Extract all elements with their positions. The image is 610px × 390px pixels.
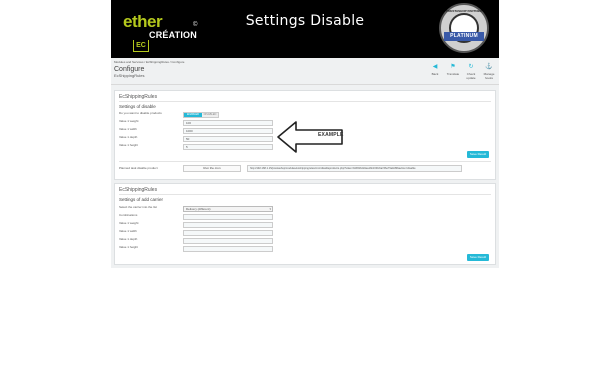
weight-input[interactable]: 100 <box>183 120 273 126</box>
run-cron-button[interactable]: Run the cron <box>183 165 241 172</box>
save-button[interactable]: Save Result <box>467 254 489 261</box>
logo-creation-text: CRÉATION <box>149 30 197 40</box>
logo-ec-flask: EC <box>133 40 149 52</box>
prestashop-partner-badge: PRESTASHOP PARTNER PLATINUM <box>439 3 489 53</box>
carrier-select-label: Select the carrier into the list <box>119 205 157 209</box>
panel-heading: EcShippingRules <box>119 187 158 193</box>
width-input[interactable] <box>183 230 273 236</box>
cron-url-row: Planned task disable product Run the cro… <box>119 165 495 173</box>
cron-label: Planned task disable product <box>119 166 158 170</box>
field-label: Value 1 weight <box>119 221 139 225</box>
field-row: Value 1 depth <box>119 237 489 245</box>
save-button[interactable]: Save Result <box>467 151 489 158</box>
depth-input[interactable]: 50 <box>183 136 273 142</box>
panel-heading: EcShippingRules <box>119 94 158 100</box>
toolbar-label: Check update <box>466 72 476 80</box>
combinations-label: Combinations <box>119 213 138 217</box>
badge-ribbon: PLATINUM <box>444 32 484 41</box>
carrier-select-value: Delivery (different) <box>186 207 211 211</box>
toolbar: ◀ Back ⚑ Translate ↻ Check update ⚓ Mana… <box>428 64 496 80</box>
chevron-down-icon: ▾ <box>269 207 271 211</box>
field-label: Value 1 width <box>119 127 137 131</box>
toolbar-translate-button[interactable]: ⚑ Translate <box>446 64 460 80</box>
header-divider <box>111 84 499 85</box>
example-label: EXAMPLE <box>318 132 344 138</box>
panel-divider <box>119 161 491 162</box>
switch-on[interactable]: ENABLED <box>184 113 202 117</box>
page-subtitle: EcShippingRules <box>114 73 145 78</box>
field-row: Value 1 weight <box>119 221 489 229</box>
field-label: Value 1 depth <box>119 237 138 241</box>
field-label: Value 1 width <box>119 229 137 233</box>
disable-toggle-label: Do you want to disable products <box>119 111 162 115</box>
field-row: Value 1 width <box>119 229 489 237</box>
refresh-icon: ↻ <box>468 64 474 70</box>
field-label: Value 1 height <box>119 143 138 147</box>
carrier-select[interactable]: Delivery (different) ▾ <box>183 206 273 212</box>
toolbar-label: Back <box>431 72 439 76</box>
height-input[interactable] <box>183 246 273 252</box>
field-label: Value 1 weight <box>119 119 139 123</box>
combinations-input[interactable] <box>183 214 273 220</box>
switch-off[interactable]: DISABLED <box>202 113 218 117</box>
page-title: Configure <box>114 66 145 73</box>
anchor-icon: ⚓ <box>485 64 493 70</box>
depth-input[interactable] <box>183 238 273 244</box>
panel-divider <box>119 194 491 195</box>
disable-products-switch[interactable]: ENABLED DISABLED <box>183 112 219 118</box>
toolbar-label: Manage hooks <box>483 72 495 80</box>
carrier-select-row: Select the carrier into the list Deliver… <box>119 205 489 213</box>
width-input[interactable]: 1000 <box>183 128 273 134</box>
admin-page: Modules and Services / EcShippingRules /… <box>111 58 499 268</box>
weight-input[interactable] <box>183 222 273 228</box>
toolbar-back-button[interactable]: ◀ Back <box>428 64 442 80</box>
field-row: Value 1 height <box>119 245 489 253</box>
panel-subheading: Settings of add carrier <box>119 197 164 202</box>
height-input[interactable]: 5 <box>183 144 273 150</box>
combinations-row: Combinations <box>119 213 489 221</box>
settings-add-carrier-panel: EcShippingRules Settings of add carrier … <box>114 183 496 265</box>
panel-divider <box>119 101 491 102</box>
field-label: Value 1 height <box>119 245 138 249</box>
disable-toggle-row: Do you want to disable products ENABLED … <box>119 111 489 119</box>
banner: ether CRÉATION EC © Settings Disable PRE… <box>111 0 499 58</box>
toolbar-label: Translate <box>446 72 460 76</box>
toolbar-check-update-button[interactable]: ↻ Check update <box>464 64 478 80</box>
back-icon: ◀ <box>432 64 438 70</box>
cron-url-field[interactable]: http://192.168.1.15/prestashop/modules/e… <box>247 165 462 172</box>
toolbar-manage-hooks-button[interactable]: ⚓ Manage hooks <box>482 64 496 80</box>
panel-subheading: Settings of disable <box>119 104 156 109</box>
flag-icon: ⚑ <box>450 64 456 70</box>
breadcrumb: Modules and Services / EcShippingRules /… <box>114 60 185 64</box>
field-label: Value 1 depth <box>119 135 138 139</box>
